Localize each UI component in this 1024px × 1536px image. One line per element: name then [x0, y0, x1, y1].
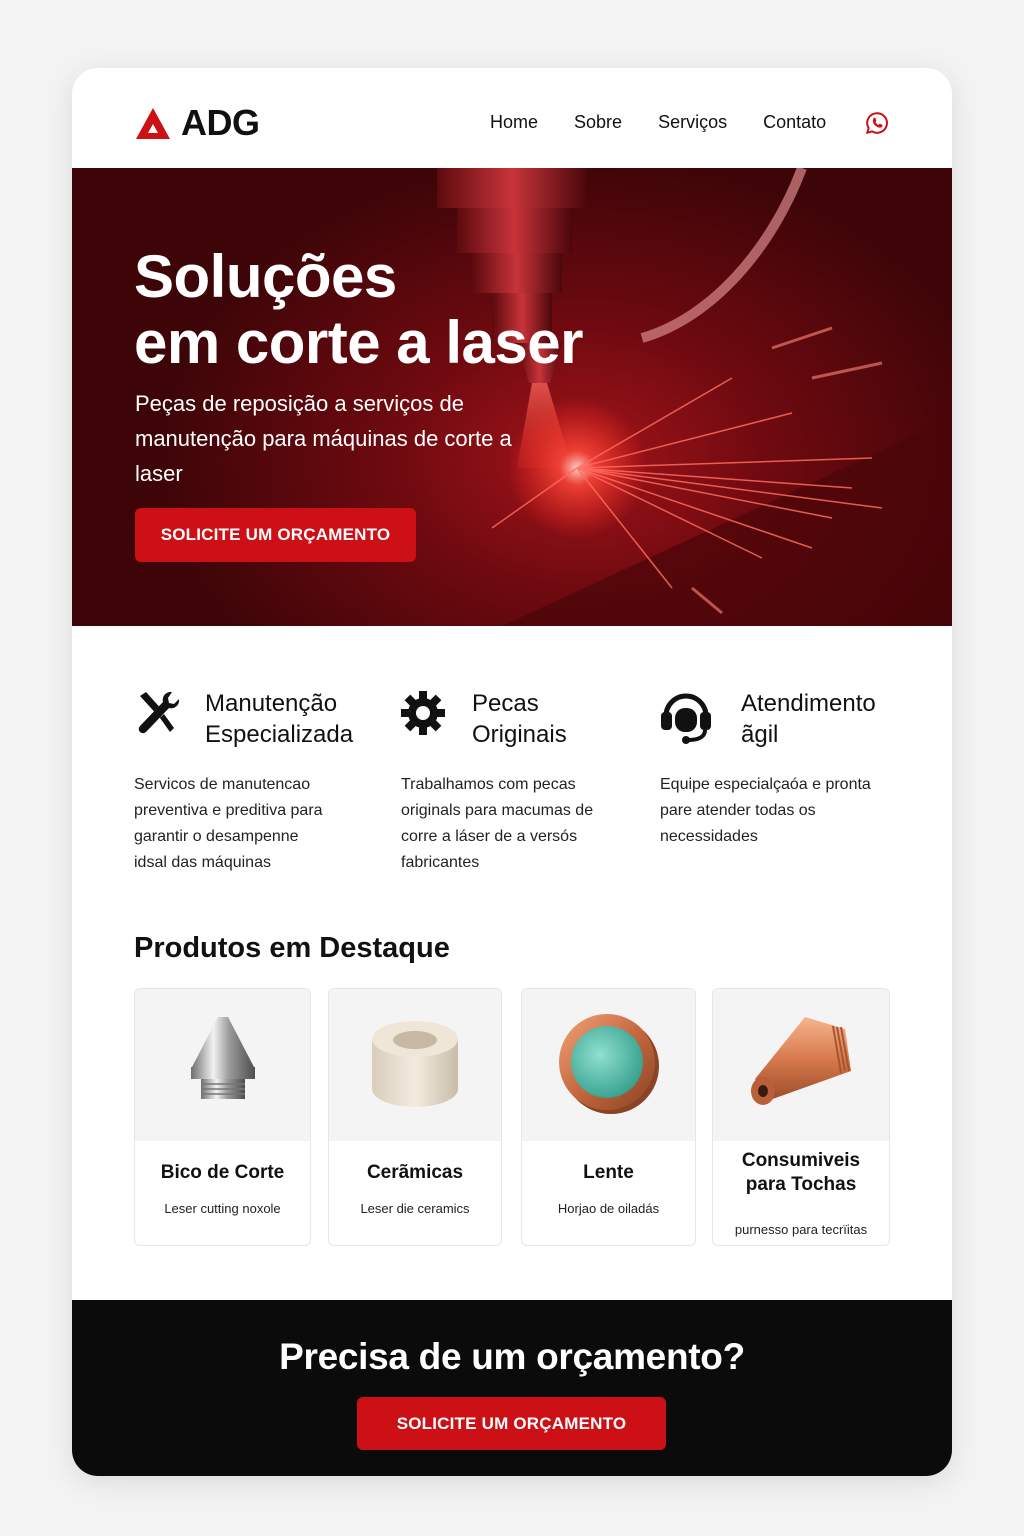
feature-desc-line: pare atender todas os [660, 802, 816, 819]
feature-description: Equipe especialçaóa e pronta pare atende… [660, 772, 871, 850]
feature-title-line1: Atendimento [741, 690, 876, 717]
brand-name: ADG [181, 102, 260, 143]
feature-desc-line: fabricantes [401, 854, 480, 871]
cta-quote-button[interactable]: SOLICITE UM ORÇAMENTO [357, 1397, 666, 1450]
product-name: Cerãmicas [329, 1161, 501, 1185]
feature-title-line1: Manutenção [205, 690, 338, 717]
feature-title-line1: Pecas [472, 690, 539, 717]
feature-desc-line: preventiva e preditiva para [134, 802, 323, 819]
product-name-line1: Consumiveis [741, 1150, 861, 1171]
hero-title-line2: em corte a laser [134, 309, 583, 376]
feature-title: Pecas Originais [472, 688, 567, 750]
product-image [329, 989, 501, 1141]
product-name-line1: Bico de Corte [160, 1162, 285, 1183]
product-name: Consumiveis para Tochas [713, 1149, 889, 1197]
feature-desc-line: idsal das máquinas [134, 854, 271, 871]
hero-banner: Soluções em corte a laser Peças de repos… [72, 168, 952, 626]
page-card: ADG Home Sobre Serviços Contato Soluções… [72, 68, 952, 1476]
torch-consumable-icon [751, 1017, 851, 1105]
gear-icon [401, 691, 445, 735]
hero-title: Soluções em corte a laser [134, 244, 583, 376]
product-description: Leser die ceramics [360, 1201, 470, 1216]
product-name-line1: Lente [583, 1162, 634, 1183]
feature-desc-line: necessidades [660, 828, 758, 845]
feature-desc-line: Trabalhamos com pecas [401, 776, 576, 793]
product-image [522, 989, 695, 1141]
feature-desc-line: Servicos de manutencao [134, 776, 311, 793]
nav-item-sobre[interactable]: Sobre [574, 112, 622, 133]
feature-title-line2: Especializada [205, 721, 354, 748]
feature-title: Manutenção Especializada [205, 688, 353, 750]
product-image [135, 989, 310, 1141]
quote-cta-section: Precisa de um orçamento? SOLICITE UM ORÇ… [72, 1300, 952, 1476]
cta-title: Precisa de um orçamento? [279, 1336, 745, 1377]
headset-icon [661, 693, 711, 744]
nav-item-home[interactable]: Home [490, 112, 538, 133]
nav-item-servicos[interactable]: Serviços [658, 112, 727, 133]
product-name-line1: Cerãmicas [366, 1162, 464, 1183]
nav-item-contato[interactable]: Contato [763, 112, 826, 133]
tools-icon [138, 691, 180, 734]
site-header: ADG Home Sobre Serviços Contato [72, 68, 952, 168]
product-name: Lente [522, 1161, 695, 1185]
triangle-logo-icon [136, 107, 170, 139]
feature-desc-line: Equipe especialçaóa e pronta [660, 776, 871, 793]
product-card-lens[interactable]: Lente Horjao de oiladás [521, 988, 696, 1246]
product-card-torch-consumables[interactable]: Consumiveis para Tochas purnesso para te… [712, 988, 890, 1246]
hero-subtitle: Peças de reposição a serviços de manuten… [135, 391, 512, 486]
ceramic-ring-icon [372, 1021, 458, 1107]
feature-title-line2: Originais [472, 721, 567, 748]
hero-title-line1: Soluções [134, 243, 397, 310]
product-name: Bico de Corte [135, 1161, 310, 1185]
product-description: Horjao de oiladás [557, 1201, 660, 1216]
product-name-line2: para Tochas [745, 1174, 857, 1195]
product-card-ceramics[interactable]: Cerãmicas Leser die ceramics [328, 988, 502, 1246]
whatsapp-icon[interactable] [865, 111, 889, 135]
brand-logo[interactable]: ADG [135, 102, 260, 144]
feature-title: Atendimento ãgil [741, 688, 876, 750]
nozzle-icon [190, 1017, 255, 1099]
feature-title-line2: ãgil [741, 721, 779, 748]
product-description: Leser cutting noxole [164, 1201, 281, 1216]
feature-description: Trabalhamos com pecas originals para mac… [401, 772, 593, 876]
hero-quote-button[interactable]: SOLICITE UM ORÇAMENTO [135, 508, 416, 562]
lens-icon [558, 1014, 659, 1114]
product-card-nozzle[interactable]: Bico de Corte Leser cutting noxole [134, 988, 311, 1246]
product-image [713, 989, 889, 1141]
main-nav: Home Sobre Serviços Contato [490, 112, 862, 133]
feature-desc-line: originals para macumas de [401, 802, 594, 819]
feature-desc-line: corre a láser de a versós [401, 828, 578, 845]
product-description: purnesso para tecrïitas [734, 1222, 868, 1237]
products-section-title: Produtos em Destaque [134, 932, 450, 964]
feature-desc-line: garantir o desampenne [134, 828, 299, 845]
feature-description: Servicos de manutencao preventiva e pred… [134, 772, 323, 876]
